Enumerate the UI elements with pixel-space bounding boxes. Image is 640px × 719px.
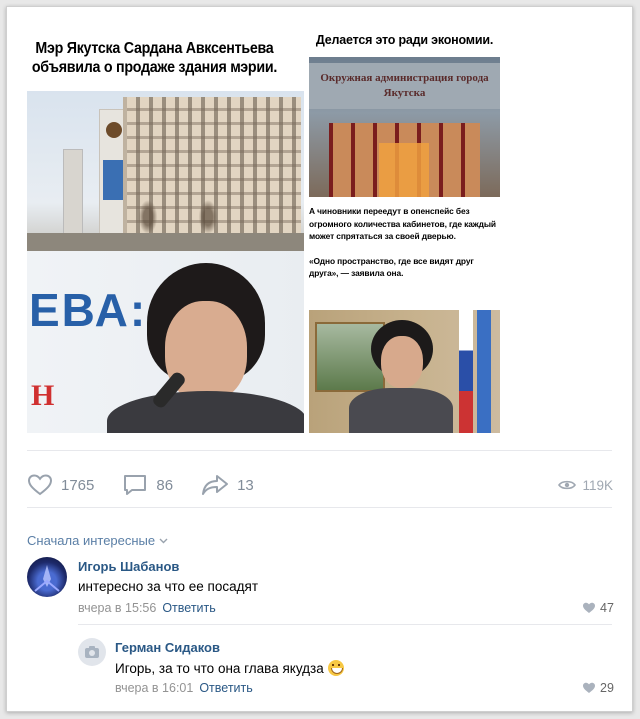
post-card: Мэр Якутска Сардана Авксентьева объявила… [6,6,633,712]
comment-like-button[interactable]: 47 [582,601,614,615]
comment-meta: вчера в 16:01 Ответить [115,681,253,695]
share-arrow-icon [202,475,229,495]
eye-icon [558,480,577,490]
comments-count: 86 [156,476,174,494]
avatar[interactable] [27,557,67,597]
administration-entrance-photo: Окружная администрация города Якутска [309,57,500,197]
comment-icon [124,475,147,495]
city-hall-building-photo [27,91,304,251]
caption-1: А чиновники переедут в опенспейс без огр… [309,206,496,242]
comment-like-button[interactable]: 29 [582,681,614,695]
like-button[interactable]: 1765 [27,473,94,497]
slogan-text: ЕВА: [29,284,148,336]
comment-text: Игорь, за то что она глава якудза [115,660,344,676]
likes-count: 1765 [61,476,95,494]
image-caption: А чиновники переедут в опенспейс без огр… [309,205,500,292]
heart-icon [27,474,53,496]
views-count: 119K [582,477,613,493]
comments-sort-dropdown[interactable]: Сначала интересные [27,533,168,548]
grinning-emoji-icon [327,660,344,676]
views-counter: 119K [558,467,613,503]
reply-button[interactable]: Ответить [199,681,252,695]
headline-right: Делается это ради экономии. [315,33,494,47]
comment-author[interactable]: Герман Сидаков [115,640,220,655]
slogan-text-red: Н [31,379,55,412]
door-sign: Окружная администрация города Якутска [309,63,500,109]
chevron-down-icon [159,538,168,543]
comment-meta: вчера в 15:56 Ответить [78,601,216,615]
avatar[interactable] [78,638,106,666]
caption-2: «Одно пространство, где все видят друг д… [309,255,474,279]
comment-author[interactable]: Игорь Шабанов [78,559,179,574]
comment-likes-count: 29 [600,681,614,695]
heart-icon [583,602,595,613]
headline-left: Мэр Якутска Сардана Авксентьева объявила… [31,40,278,76]
shares-count: 13 [237,476,254,494]
mayor-office-photo [309,310,500,433]
comment-button[interactable]: 86 [122,473,173,497]
share-button[interactable]: 13 [201,473,254,497]
post-actions-bar: 1765 86 13 119K [27,467,623,503]
camera-icon [85,646,99,658]
divider [27,507,612,508]
divider [78,624,612,625]
heart-icon [583,682,595,693]
comment-text: интересно за что ее посадят [78,579,259,594]
comment-time: вчера в 16:01 [115,681,194,695]
reply-button[interactable]: Ответить [162,601,215,615]
divider [27,450,612,451]
post-image-collage[interactable]: Мэр Якутска Сардана Авксентьева объявила… [27,25,500,433]
mayor-speaking-photo: ЕВА: Н [27,251,304,433]
comment-likes-count: 47 [600,601,614,615]
sort-label: Сначала интересные [27,533,156,548]
comment-time: вчера в 15:56 [78,601,157,615]
